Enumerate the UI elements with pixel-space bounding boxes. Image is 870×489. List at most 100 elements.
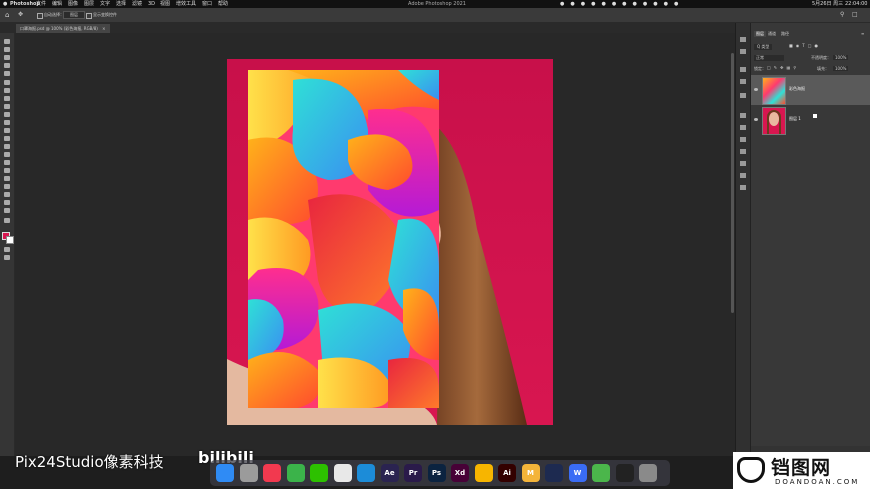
dock-illustrator-icon[interactable]: Ai — [498, 464, 516, 482]
stamp-tool-icon[interactable] — [4, 120, 10, 125]
layer-row[interactable]: 图层 1 — [751, 105, 870, 135]
lock-icons[interactable]: □✎✥▦⚲ — [767, 65, 799, 70]
menu-item[interactable]: 窗口 — [202, 0, 212, 8]
path-select-tool-icon[interactable] — [4, 184, 10, 189]
color-icon[interactable] — [740, 93, 746, 98]
close-icon[interactable]: × — [102, 26, 105, 31]
dock-chrome-icon[interactable] — [286, 464, 305, 482]
shape-tool-icon[interactable] — [4, 192, 10, 197]
transform-controls-checkbox[interactable] — [86, 13, 92, 19]
type-tool-icon[interactable] — [4, 176, 10, 181]
panel-menu-icon[interactable]: ≡ — [861, 31, 864, 36]
dock-launchpad-icon[interactable] — [239, 464, 258, 482]
tab-paths[interactable]: 路径 — [781, 31, 789, 37]
background-color-swatch[interactable] — [6, 236, 14, 244]
menu-item[interactable]: 文件 — [36, 0, 46, 8]
brushes-icon[interactable] — [740, 125, 746, 130]
screen-mode-icon[interactable] — [4, 255, 10, 260]
zoom-tool-icon[interactable] — [4, 208, 10, 213]
eraser-tool-icon[interactable] — [4, 136, 10, 141]
canvas-scrollbar[interactable] — [731, 53, 734, 313]
dock-wechat-icon[interactable] — [310, 464, 328, 482]
actions-icon[interactable] — [740, 173, 746, 178]
layer-filter-select[interactable]: Q 类型 — [754, 44, 773, 50]
layer-name[interactable]: 图层 1 — [789, 116, 801, 122]
fill-input[interactable]: 100% — [833, 66, 849, 71]
menu-item[interactable]: 3D — [148, 0, 155, 8]
properties-icon[interactable] — [740, 49, 746, 54]
dock-finder-icon[interactable] — [216, 464, 234, 482]
home-icon[interactable]: ⌂ — [5, 11, 9, 19]
menu-item[interactable]: 选择 — [116, 0, 126, 8]
auto-select-checkbox[interactable] — [37, 13, 43, 19]
layer-row[interactable]: 彩色海报 — [751, 75, 870, 105]
dodge-tool-icon[interactable] — [4, 160, 10, 165]
swatches-icon[interactable] — [740, 113, 746, 118]
dock-sketch-icon[interactable] — [474, 464, 493, 482]
dock-camtasia-icon[interactable] — [592, 464, 610, 482]
blur-tool-icon[interactable] — [4, 152, 10, 157]
tab-layers[interactable]: 图层 — [754, 31, 766, 37]
layer-name[interactable]: 彩色海报 — [789, 86, 805, 92]
dock-music-icon[interactable] — [263, 464, 281, 482]
layer-select[interactable]: 图层 — [63, 11, 85, 19]
eyedropper-tool-icon[interactable] — [4, 96, 10, 101]
dock-after-effects-icon[interactable]: Ae — [380, 464, 399, 482]
eye-icon[interactable] — [754, 88, 758, 91]
dock-mindnode-icon[interactable]: M — [521, 464, 540, 482]
dock-cinema4d-icon[interactable] — [545, 464, 563, 482]
more-tools-icon[interactable] — [4, 218, 10, 223]
libraries-icon[interactable] — [740, 79, 746, 84]
healing-tool-icon[interactable] — [4, 104, 10, 109]
quick-select-tool-icon[interactable] — [4, 71, 10, 76]
dock-xd-icon[interactable]: Xd — [451, 464, 469, 482]
apple-icon[interactable]: ● — [3, 0, 7, 8]
crop-tool-icon[interactable] — [4, 80, 10, 85]
menu-item[interactable]: 文字 — [100, 0, 110, 8]
paths-icon[interactable] — [740, 149, 746, 154]
quick-mask-icon[interactable] — [4, 247, 10, 252]
menu-date[interactable]: 5月26日 周三 — [812, 0, 843, 8]
menu-item[interactable]: 帮助 — [218, 0, 228, 8]
artboard-image[interactable] — [227, 59, 553, 425]
menu-item[interactable]: 编辑 — [52, 0, 62, 8]
menu-time[interactable]: 22:04:00 — [845, 0, 867, 8]
menu-item[interactable]: 图层 — [84, 0, 94, 8]
eye-icon[interactable] — [754, 118, 758, 121]
hand-tool-icon[interactable] — [4, 200, 10, 205]
character-icon[interactable] — [740, 185, 746, 190]
document-tab[interactable]: 口罩海报.psd @ 100% (彩色海报, RGB/8) × — [16, 24, 110, 33]
adjustments-icon[interactable] — [740, 67, 746, 72]
filter-icons[interactable]: ■◉T□● — [789, 43, 821, 48]
opacity-input[interactable]: 100% — [833, 55, 849, 60]
menu-item[interactable]: 视图 — [160, 0, 170, 8]
blend-mode-select[interactable]: 正常 — [754, 55, 784, 61]
dock-wps-icon[interactable]: W — [568, 464, 587, 482]
pen-tool-icon[interactable] — [4, 168, 10, 173]
cursor-icon — [813, 114, 817, 118]
dock-premiere-icon[interactable]: Pr — [404, 464, 422, 482]
lasso-tool-icon[interactable] — [4, 63, 10, 68]
workspace-icon[interactable]: □ — [852, 11, 858, 18]
gradient-tool-icon[interactable] — [4, 144, 10, 149]
dock-qq-icon[interactable] — [333, 464, 352, 482]
move-tool-icon[interactable] — [4, 39, 10, 44]
dock-browser-icon[interactable] — [357, 464, 375, 482]
move-tool-icon[interactable]: ✥ — [18, 11, 23, 18]
brush-tool-icon[interactable] — [4, 112, 10, 117]
dock-photoshop-icon[interactable]: Ps — [427, 464, 446, 482]
menu-item[interactable]: 滤镜 — [132, 0, 142, 8]
history-brush-tool-icon[interactable] — [4, 128, 10, 133]
frame-tool-icon[interactable] — [4, 88, 10, 93]
channels-icon[interactable] — [740, 137, 746, 142]
marquee-tool-icon[interactable] — [4, 55, 10, 60]
search-icon[interactable]: ⚲ — [840, 11, 844, 18]
menu-item[interactable]: 图像 — [68, 0, 78, 8]
dock-terminal-icon[interactable] — [615, 464, 634, 482]
history-icon[interactable] — [740, 37, 746, 42]
styles-icon[interactable] — [740, 161, 746, 166]
menu-item[interactable]: 增效工具 — [176, 0, 196, 8]
artboard-tool-icon[interactable] — [4, 47, 10, 52]
dock-trash-icon[interactable] — [639, 464, 657, 482]
tab-channels[interactable]: 通道 — [768, 31, 776, 37]
